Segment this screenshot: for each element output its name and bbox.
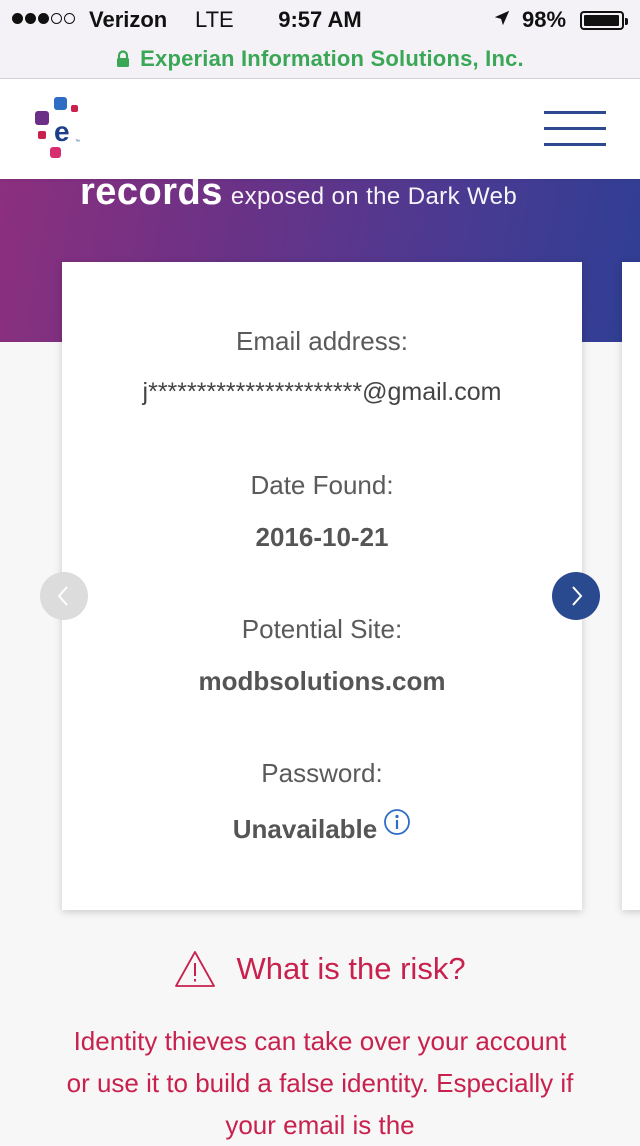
site-header: e ™	[0, 79, 640, 179]
password-label: Password:	[261, 758, 383, 788]
carousel-next-button[interactable]	[552, 572, 600, 620]
email-label: Email address:	[236, 326, 408, 356]
chevron-left-icon	[57, 586, 68, 606]
chevron-right-icon	[572, 586, 583, 606]
svg-text:e: e	[54, 116, 70, 147]
svg-text:™: ™	[75, 139, 80, 145]
risk-description: Identity thieves can take over your acco…	[66, 1026, 574, 1140]
carousel-prev-button[interactable]	[40, 572, 88, 620]
date-found-label: Date Found:	[250, 470, 394, 500]
hero-light-text: exposed on the Dark Web	[230, 183, 518, 210]
date-found-value: 2016-10-21	[255, 522, 389, 552]
battery-percent: 98%	[522, 7, 567, 32]
next-record-card[interactable]	[622, 262, 640, 910]
browser-url-bar[interactable]: Experian Information Solutions, Inc.	[0, 40, 640, 79]
hero-heading: records exposed on the Dark Web	[80, 179, 517, 214]
info-icon[interactable]	[383, 808, 411, 836]
email-value: j**********************@gmail.com	[142, 378, 502, 406]
warning-icon	[175, 951, 216, 987]
location-arrow-icon	[494, 10, 510, 26]
hamburger-menu-icon[interactable]	[544, 111, 606, 147]
password-row: Unavailable	[62, 809, 582, 845]
lock-icon	[117, 50, 130, 67]
password-value: Unavailable	[232, 814, 378, 844]
hero-bold-text: records	[80, 179, 223, 213]
exposed-record-card: Email address: j**********************@g…	[62, 262, 582, 910]
experian-logo-icon[interactable]: e ™	[32, 97, 86, 161]
risk-heading: What is the risk?	[0, 950, 640, 988]
potential-site-value: modbsolutions.com	[198, 666, 446, 696]
battery-icon	[580, 11, 628, 30]
status-bar: Verizon LTE 9:57 AM 98%	[0, 0, 640, 40]
risk-title: What is the risk?	[236, 951, 466, 986]
url-label[interactable]: Experian Information Solutions, Inc.	[140, 46, 524, 72]
potential-site-label: Potential Site:	[241, 614, 403, 644]
